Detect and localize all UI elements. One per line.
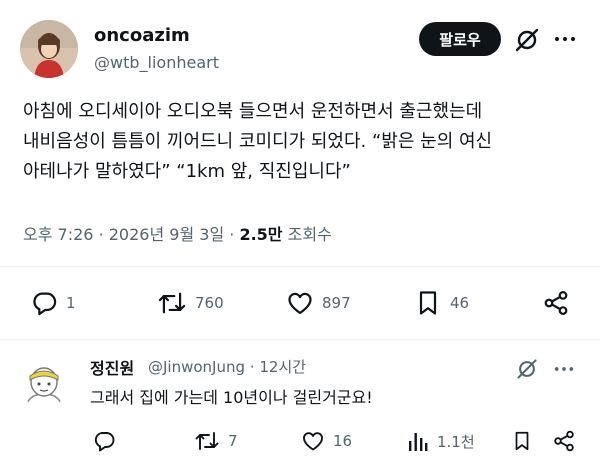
- bar-chart-icon: [409, 433, 428, 451]
- reply-retweet-count: 7: [228, 432, 238, 450]
- views-label: 조회수: [287, 225, 332, 244]
- tweet-text-line: 아테나가 말하였다” “1km 앞, 직진입니다”: [23, 161, 351, 182]
- author-avatar[interactable]: [20, 20, 78, 78]
- reply-like-button[interactable]: 16: [301, 429, 352, 453]
- more-icon[interactable]: [553, 358, 575, 380]
- tweet-text-line: 내비음성이 틈틈이 끼어드니 코미디가 되었다. “밝은 눈의 여신: [23, 131, 493, 152]
- reply-reply-button[interactable]: [92, 429, 116, 453]
- tweet-text-line: 아침에 오디세이아 오디오북 들으면서 운전하면서 출근했는데: [23, 101, 483, 122]
- bookmark-button[interactable]: 46: [414, 289, 469, 317]
- tweet-text: 아침에 오디세이아 오디오북 들으면서 운전하면서 출근했는데 내비음성이 틈틈…: [23, 97, 583, 187]
- speech-bubble-icon: [94, 432, 115, 452]
- retweet-button[interactable]: 760: [157, 289, 224, 317]
- reply-views-button[interactable]: 1.1천: [407, 429, 475, 453]
- views-count: 2.5만: [239, 225, 283, 244]
- meta-separator: ·: [249, 358, 255, 376]
- tweet-date[interactable]: 2026년 9월 3일: [109, 225, 224, 244]
- tweet-meta: 오후 7:26 · 2026년 9월 3일 · 2.5만 조회수: [23, 221, 332, 245]
- speech-bubble-icon: [33, 292, 57, 316]
- meta-separator: ·: [98, 225, 104, 244]
- bookmark-icon: [515, 431, 529, 451]
- like-button[interactable]: 897: [286, 289, 351, 317]
- bookmark-count: 46: [450, 294, 470, 312]
- reply-time[interactable]: 12시간: [259, 358, 306, 376]
- reply-count: 1: [66, 294, 76, 312]
- reply-author-handle: @JinwonJung · 12시간: [148, 356, 306, 377]
- grok-icon[interactable]: [515, 357, 539, 381]
- divider: [0, 339, 600, 340]
- author-display-name[interactable]: oncoazim: [94, 25, 190, 46]
- share-icon: [554, 430, 574, 452]
- reply-like-count: 16: [333, 432, 353, 450]
- divider: [0, 266, 600, 267]
- reply-retweet-button[interactable]: 7: [194, 429, 238, 453]
- retweet-icon: [195, 432, 219, 450]
- reply-author-avatar[interactable]: [20, 360, 68, 408]
- reply-share-button[interactable]: [552, 429, 576, 453]
- grok-icon[interactable]: [513, 26, 541, 54]
- author-handle[interactable]: @wtb_lionheart: [94, 53, 219, 72]
- share-button[interactable]: [542, 289, 570, 317]
- retweet-icon: [158, 292, 186, 314]
- meta-separator: ·: [229, 225, 235, 244]
- reply-button[interactable]: 1: [30, 289, 76, 317]
- tweet-time[interactable]: 오후 7:26: [23, 225, 93, 244]
- reply-author-name[interactable]: 정진원: [90, 355, 134, 379]
- reply-views-count: 1.1천: [437, 432, 475, 451]
- share-icon: [544, 291, 568, 315]
- follow-button[interactable]: 팔로우: [419, 22, 501, 56]
- reply-bookmark-button[interactable]: [511, 429, 533, 453]
- heart-icon: [288, 292, 312, 315]
- reply-text: 그래서 집에 가는데 10년이나 걸린거군요!: [90, 388, 373, 407]
- retweet-count: 760: [195, 294, 224, 312]
- bookmark-icon: [419, 291, 437, 315]
- reply-handle-text[interactable]: @JinwonJung: [148, 358, 245, 376]
- heart-icon: [303, 432, 323, 451]
- more-icon[interactable]: [553, 27, 577, 51]
- like-count: 897: [322, 294, 351, 312]
